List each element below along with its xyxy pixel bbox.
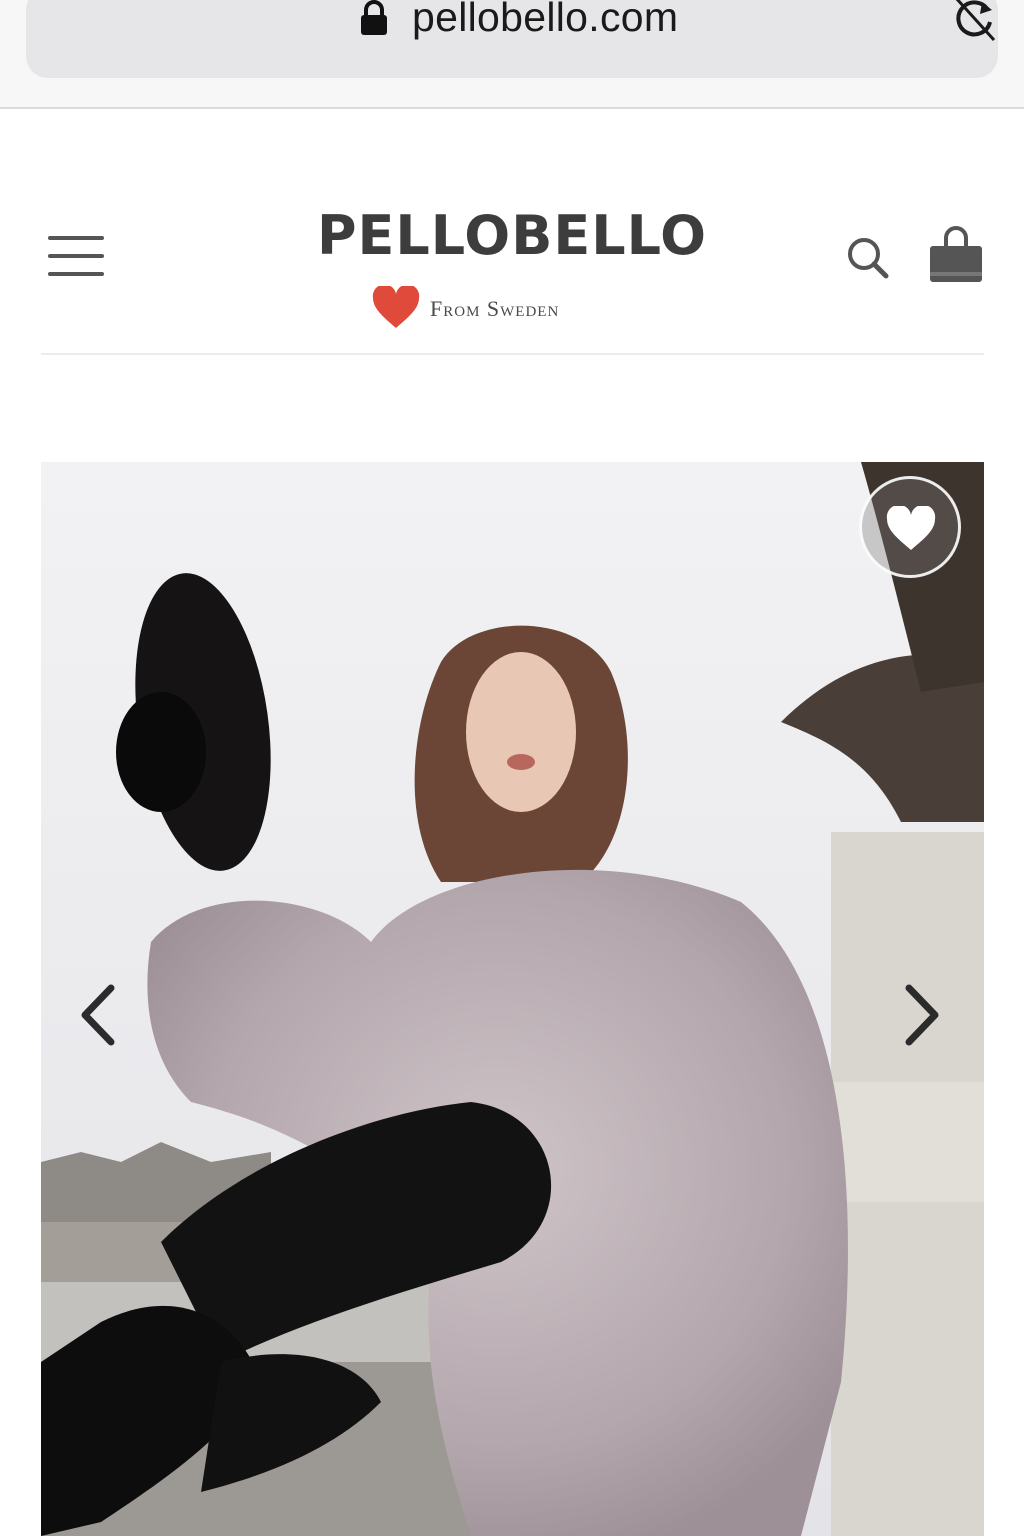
- url-text[interactable]: pellobello.com: [412, 0, 678, 41]
- chevron-right-icon[interactable]: [903, 984, 943, 1046]
- header-divider: [41, 353, 984, 355]
- search-icon[interactable]: [846, 236, 890, 280]
- reload-icon[interactable]: [948, 0, 1000, 44]
- product-photo: [41, 462, 984, 1536]
- lock-icon: [361, 0, 387, 35]
- wishlist-button[interactable]: [859, 476, 961, 578]
- product-image[interactable]: [41, 462, 984, 1536]
- url-field[interactable]: pellobello.com: [26, 0, 998, 78]
- tagline-text: From Sweden: [430, 296, 560, 321]
- heart-icon: [372, 286, 420, 328]
- heart-icon: [886, 506, 936, 550]
- browser-address-bar: pellobello.com: [0, 0, 1024, 109]
- chevron-left-icon[interactable]: [77, 984, 117, 1046]
- shopping-bag-icon[interactable]: [928, 226, 984, 284]
- logo-tagline: From Sweden: [372, 286, 632, 330]
